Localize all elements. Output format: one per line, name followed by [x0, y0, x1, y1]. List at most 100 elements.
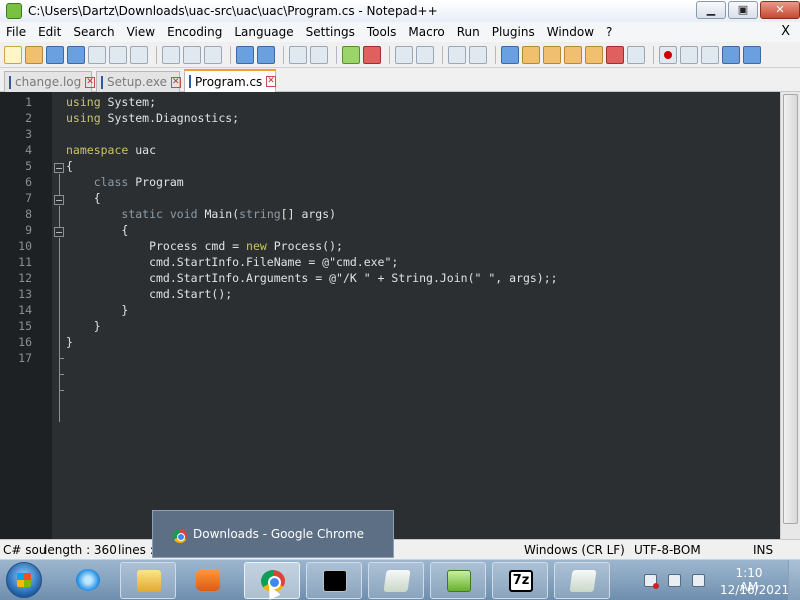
code-line[interactable]: namespace uac — [66, 142, 780, 158]
volume-icon[interactable] — [692, 574, 705, 587]
tab-close-icon[interactable]: ✕ — [266, 76, 276, 87]
line-number[interactable]: 6 — [0, 174, 32, 190]
menu-search[interactable]: Search — [67, 22, 120, 42]
menu-view[interactable]: View — [121, 22, 161, 42]
code-line[interactable]: { — [66, 190, 780, 206]
vertical-scrollbar[interactable] — [780, 92, 800, 539]
start-button[interactable] — [6, 562, 42, 598]
line-number[interactable]: 17 — [0, 350, 32, 366]
line-number[interactable]: 4 — [0, 142, 32, 158]
menu-file[interactable]: File — [0, 22, 32, 42]
minimize-button[interactable]: ▁ — [696, 1, 726, 19]
user-language-icon[interactable] — [522, 45, 540, 64]
folder-as-workspace-icon[interactable] — [585, 45, 603, 64]
clock-date[interactable]: 12/16/2021 — [720, 583, 789, 597]
close-button[interactable]: ✕ — [760, 1, 800, 19]
menu-tools[interactable]: Tools — [361, 22, 403, 42]
code-line[interactable]: class Program — [66, 174, 780, 190]
show-all-characters-icon[interactable] — [469, 45, 487, 64]
menu-window[interactable]: Window — [541, 22, 600, 42]
close-document-button[interactable]: X — [781, 24, 790, 39]
menu-plugins[interactable]: Plugins — [486, 22, 541, 42]
sync-horizontal-icon[interactable] — [416, 45, 434, 64]
code-text-area[interactable]: using System; using System.Diagnostics; na… — [66, 94, 780, 541]
menu-help[interactable]: ? — [600, 22, 618, 42]
tab-program-cs[interactable]: Program.cs ✕ — [184, 69, 276, 92]
record-macro-icon[interactable] — [659, 45, 677, 64]
tab-setup-exe[interactable]: Setup.exe ✕ — [96, 71, 181, 92]
line-number[interactable]: 13 — [0, 286, 32, 302]
show-desktop-button[interactable] — [788, 560, 800, 600]
menu-encoding[interactable]: Encoding — [161, 22, 228, 42]
code-line[interactable]: } — [66, 318, 780, 334]
code-line[interactable]: } — [66, 302, 780, 318]
line-number[interactable]: 15 — [0, 318, 32, 334]
line-number[interactable]: 12 — [0, 270, 32, 286]
close-file-icon[interactable] — [88, 45, 106, 64]
function-list-icon[interactable] — [564, 45, 582, 64]
code-line[interactable]: } — [66, 334, 780, 350]
code-line[interactable]: Process cmd = new Process(); — [66, 238, 780, 254]
menu-settings[interactable]: Settings — [300, 22, 361, 42]
find-icon[interactable] — [289, 45, 307, 64]
tab-close-icon[interactable]: ✕ — [85, 76, 95, 88]
menu-macro[interactable]: Macro — [402, 22, 450, 42]
line-number[interactable]: 10 — [0, 238, 32, 254]
print-icon[interactable] — [130, 45, 148, 64]
code-line[interactable] — [66, 350, 780, 366]
document-map-icon[interactable] — [543, 45, 561, 64]
preview-icon[interactable] — [627, 45, 645, 64]
taskbar-media-player[interactable] — [180, 562, 236, 599]
paste-icon[interactable] — [204, 45, 222, 64]
zoom-in-icon[interactable] — [342, 45, 360, 64]
redo-icon[interactable] — [257, 45, 275, 64]
action-center-flag-icon[interactable] — [644, 574, 659, 589]
code-line[interactable]: cmd.StartInfo.Arguments = @"/K " + Strin… — [66, 270, 780, 286]
line-number[interactable]: 2 — [0, 110, 32, 126]
line-number[interactable]: 9 — [0, 222, 32, 238]
code-line[interactable]: cmd.StartInfo.FileName = @"cmd.exe"; — [66, 254, 780, 270]
line-number[interactable]: 11 — [0, 254, 32, 270]
line-number[interactable]: 5 — [0, 158, 32, 174]
indent-guide-icon[interactable] — [501, 45, 519, 64]
playback-icon[interactable] — [701, 45, 719, 64]
menu-run[interactable]: Run — [451, 22, 486, 42]
editor[interactable]: 1 2 3 4 5 6 7 8 9 10 11 12 13 14 15 16 17 using System; u… — [0, 92, 800, 539]
line-number[interactable]: 1 — [0, 94, 32, 110]
line-number[interactable]: 3 — [0, 126, 32, 142]
zoom-out-icon[interactable] — [363, 45, 381, 64]
taskbar-notepad-2[interactable] — [554, 562, 610, 599]
code-line[interactable]: cmd.Start(); — [66, 286, 780, 302]
tab-close-icon[interactable]: ✕ — [171, 76, 181, 88]
open-file-icon[interactable] — [25, 45, 43, 64]
copy-icon[interactable] — [183, 45, 201, 64]
word-wrap-icon[interactable] — [448, 45, 466, 64]
taskbar-command-prompt[interactable] — [306, 562, 362, 599]
undo-icon[interactable] — [236, 45, 254, 64]
run-multiple-icon[interactable] — [722, 45, 740, 64]
save-all-icon[interactable] — [67, 45, 85, 64]
fold-toggle-icon[interactable] — [54, 227, 64, 237]
monitoring-icon[interactable] — [606, 45, 624, 64]
close-all-icon[interactable] — [109, 45, 127, 64]
scrollbar-thumb[interactable] — [783, 94, 798, 524]
taskbar-7-zip[interactable]: 7z — [492, 562, 548, 599]
taskbar-internet-explorer[interactable] — [60, 562, 116, 599]
line-number[interactable]: 16 — [0, 334, 32, 350]
sync-vertical-icon[interactable] — [395, 45, 413, 64]
taskbar-thumbnail-popup[interactable]: Downloads - Google Chrome — [152, 510, 394, 558]
fold-toggle-icon[interactable] — [54, 163, 64, 173]
network-icon[interactable] — [668, 574, 681, 587]
cut-icon[interactable] — [162, 45, 180, 64]
menu-edit[interactable]: Edit — [32, 22, 67, 42]
menu-language[interactable]: Language — [228, 22, 299, 42]
maximize-button[interactable]: ▣ — [728, 1, 758, 19]
save-macro-icon[interactable] — [743, 45, 761, 64]
code-line[interactable]: using System; — [66, 94, 780, 110]
taskbar-file-explorer[interactable] — [120, 562, 176, 599]
taskbar-notepad-plus-plus[interactable] — [430, 562, 486, 599]
code-line[interactable]: using System.Diagnostics; — [66, 110, 780, 126]
new-file-icon[interactable] — [4, 45, 22, 64]
save-icon[interactable] — [46, 45, 64, 64]
stop-recording-icon[interactable] — [680, 45, 698, 64]
